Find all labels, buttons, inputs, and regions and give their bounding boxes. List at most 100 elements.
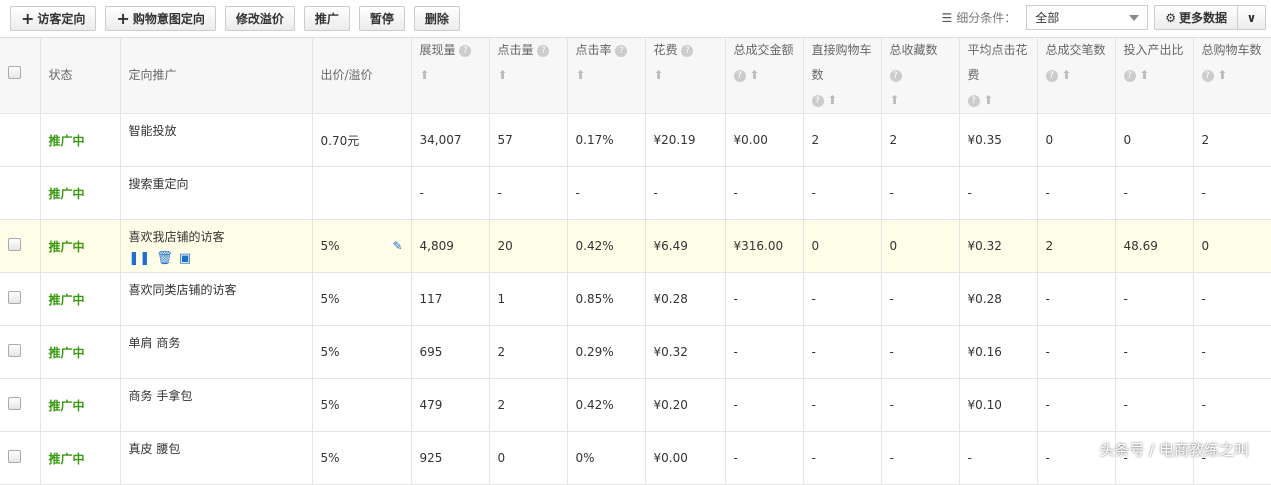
metric-cell: ¥6.49 — [645, 219, 726, 273]
targeting-name: 搜索重定向 — [128, 177, 189, 191]
bid-cell: 5% — [312, 325, 412, 379]
metric-cell: - — [881, 166, 960, 220]
sort-arrow-icon[interactable]: ⬆ — [420, 68, 430, 82]
more-data-dropdown[interactable]: ∨ — [1238, 5, 1266, 30]
pause-icon[interactable]: ❚❚ — [129, 251, 151, 266]
metric-cell: - — [881, 272, 960, 326]
segment-select[interactable]: 全部 — [1026, 5, 1149, 30]
sort-arrow-icon[interactable]: ⬆ — [498, 68, 508, 82]
row-checkbox[interactable] — [8, 291, 21, 304]
metric-cell: - — [1115, 325, 1194, 379]
status: 推广中 — [40, 325, 121, 379]
report-icon[interactable]: ▣ — [179, 251, 191, 266]
modify-premium-button[interactable]: 修改溢价 — [224, 6, 295, 31]
metric-cell: 0 — [803, 219, 882, 273]
metric-cell: 2 — [489, 378, 568, 432]
column-header[interactable]: 点击率 ? ⬆ — [567, 38, 646, 114]
row-select-cell — [0, 166, 41, 220]
targeting-name-cell: 单肩 商务 — [120, 325, 313, 379]
metric-cell: ¥0.10 — [959, 378, 1038, 432]
bid-cell: 5% — [312, 378, 412, 432]
metric-cell: 0.85% — [567, 272, 646, 326]
targeting-name: 智能投放 — [128, 124, 177, 138]
targeting-name-cell: 搜索重定向 — [120, 166, 313, 220]
select-all-checkbox[interactable] — [8, 66, 21, 79]
help-icon[interactable]: ? — [537, 44, 550, 57]
column-header[interactable]: 花费 ? ⬆ — [645, 38, 726, 114]
pause-button[interactable]: 暂停 — [358, 6, 405, 31]
add-intent-targeting-button[interactable]: + 购物意图定向 — [105, 6, 216, 31]
column-header[interactable]: 直接购物车数? ⬆ — [803, 38, 882, 114]
sort-arrow-icon[interactable]: ⬆ — [749, 68, 759, 82]
column-header[interactable]: 总成交笔数? ⬆ — [1037, 38, 1116, 114]
row-select-cell — [0, 113, 41, 167]
pencil-icon[interactable]: ✎ — [392, 239, 402, 253]
sort-arrow-icon[interactable]: ⬆ — [1217, 68, 1227, 82]
more-data-button[interactable]: ⚙ 更多数据 — [1154, 5, 1238, 30]
segment-label: ☰ 细分条件： — [941, 10, 1017, 26]
metric-cell: - — [725, 378, 804, 432]
promote-button[interactable]: 推广 — [303, 6, 350, 31]
metric-cell: 117 — [411, 272, 490, 326]
targeting-table: 状态 定向推广 出价/溢价 展现量 ? ⬆ 点击量 ? ⬆ 点击率 ? ⬆ 花费 ? ⬆ 总成交金额?… — [0, 38, 1271, 485]
metric-cell: 0 — [1193, 219, 1271, 273]
metric-cell: 479 — [411, 378, 490, 432]
sort-arrow-icon[interactable]: ⬆ — [890, 93, 900, 107]
row-checkbox[interactable] — [8, 238, 21, 251]
metric-cell: 57 — [489, 113, 568, 167]
help-icon[interactable]: ? — [811, 94, 824, 107]
help-icon[interactable]: ? — [1045, 69, 1058, 82]
row-select-cell — [0, 431, 41, 485]
help-icon[interactable]: ? — [681, 44, 694, 57]
column-header[interactable]: 总购物车数? ⬆ — [1193, 38, 1271, 114]
metric-cell: - — [959, 431, 1038, 485]
column-header: 出价/溢价 — [312, 38, 412, 114]
column-header[interactable]: 总成交金额? ⬆ — [725, 38, 804, 114]
bid-cell: 5% — [312, 431, 412, 485]
help-icon[interactable]: ? — [967, 94, 980, 107]
plus-icon: + — [116, 9, 130, 28]
add-visitor-targeting-button[interactable]: + 访客定向 — [10, 6, 97, 31]
column-header[interactable]: 投入产出比? ⬆ — [1115, 38, 1194, 114]
targeting-name-cell: 喜欢同类店铺的访客 — [120, 272, 313, 326]
table-row: 推广中 商务 手拿包 5% 479 2 0.42% ¥0.20- - - ¥0.10- - - — [0, 378, 1271, 432]
metric-cell: ¥0.20 — [645, 378, 726, 432]
metric-cell: 0 — [1115, 113, 1194, 167]
sort-arrow-icon[interactable]: ⬆ — [654, 68, 664, 82]
metric-cell: 2 — [803, 113, 882, 167]
metric-cell: 2 — [1037, 219, 1116, 273]
metric-cell: - — [725, 272, 804, 326]
sort-arrow-icon[interactable]: ⬆ — [576, 68, 586, 82]
delete-button[interactable]: 删除 — [413, 6, 460, 31]
column-header[interactable]: 展现量 ? ⬆ — [411, 38, 490, 114]
plus-icon: + — [21, 9, 35, 28]
metric-cell: - — [645, 166, 726, 220]
metric-cell: - — [1193, 378, 1271, 432]
row-checkbox[interactable] — [8, 397, 21, 410]
help-icon[interactable]: ? — [889, 69, 902, 82]
metric-cell: ¥0.16 — [959, 325, 1038, 379]
sort-arrow-icon[interactable]: ⬆ — [827, 93, 837, 107]
metric-cell: ¥0.32 — [959, 219, 1038, 273]
row-checkbox[interactable] — [8, 450, 21, 463]
help-icon[interactable]: ? — [615, 44, 628, 57]
watermark: 头条号 / 电商教练之叫 — [1099, 441, 1249, 459]
trash-icon[interactable]: 🗑 — [156, 251, 173, 266]
targeting-name-cell: 喜欢我店铺的访客 ❚❚ 🗑 ▣ — [120, 219, 313, 273]
metric-cell: 2 — [489, 325, 568, 379]
column-header[interactable]: 总收藏数 ? ⬆ — [881, 38, 960, 114]
column-header[interactable]: 点击量 ? ⬆ — [489, 38, 568, 114]
help-icon[interactable]: ? — [1123, 69, 1136, 82]
column-header[interactable]: 平均点击花费? ⬆ — [959, 38, 1038, 114]
select-all-header — [0, 38, 41, 114]
targeting-name: 商务 手拿包 — [128, 389, 193, 403]
metric-cell: 925 — [411, 431, 490, 485]
sort-arrow-icon[interactable]: ⬆ — [983, 93, 993, 107]
sort-arrow-icon[interactable]: ⬆ — [1061, 68, 1071, 82]
sort-arrow-icon[interactable]: ⬆ — [1139, 68, 1149, 82]
targeting-name-cell: 真皮 腰包 — [120, 431, 313, 485]
help-icon[interactable]: ? — [459, 44, 472, 57]
help-icon[interactable]: ? — [733, 69, 746, 82]
row-checkbox[interactable] — [8, 344, 21, 357]
help-icon[interactable]: ? — [1201, 69, 1214, 82]
